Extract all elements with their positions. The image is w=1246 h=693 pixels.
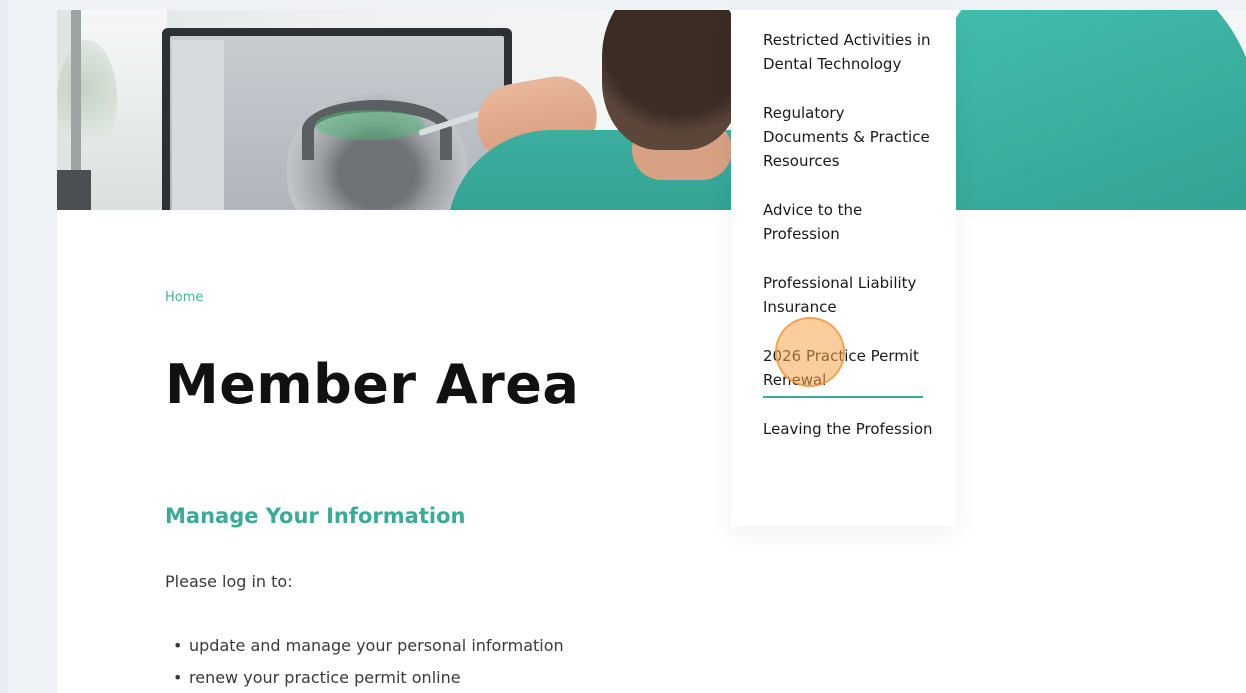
hero-image [57,10,1246,210]
section-title: Manage Your Information [165,504,466,528]
hero-screen-sidepanel [172,40,224,210]
menu-item-regulatory-documents[interactable]: Regulatory Documents & Practice Resource… [763,101,933,173]
page-title: Member Area [165,353,580,416]
member-dropdown-menu: Restricted Activities in Dental Technolo… [731,10,956,526]
list-item: renew your practice permit online [165,668,564,693]
menu-item-restricted-activities[interactable]: Restricted Activities in Dental Technolo… [763,28,933,76]
list-item: update and manage your personal informat… [165,636,564,668]
intro-text: Please log in to: [165,572,293,591]
menu-item-advice-to-profession[interactable]: Advice to the Profession [763,198,933,246]
top-strip [0,0,1246,10]
left-gutter [0,0,8,693]
bullet-list: update and manage your personal informat… [165,636,564,693]
hero-pole [71,10,81,180]
hero-shirt-right [937,10,1246,210]
hero-head [602,10,742,150]
menu-item-leaving-profession[interactable]: Leaving the Profession [763,417,933,441]
menu-item-permit-renewal[interactable]: 2026 Practice Permit Renewal [763,344,923,398]
hero-chair [57,170,91,210]
menu-item-liability-insurance[interactable]: Professional Liability Insurance [763,271,933,319]
hero-highlight [315,110,425,140]
page-content: Home Member Area Manage Your Information… [57,10,1246,693]
breadcrumb-home-link[interactable]: Home [165,290,203,305]
hero-plant [57,40,117,160]
